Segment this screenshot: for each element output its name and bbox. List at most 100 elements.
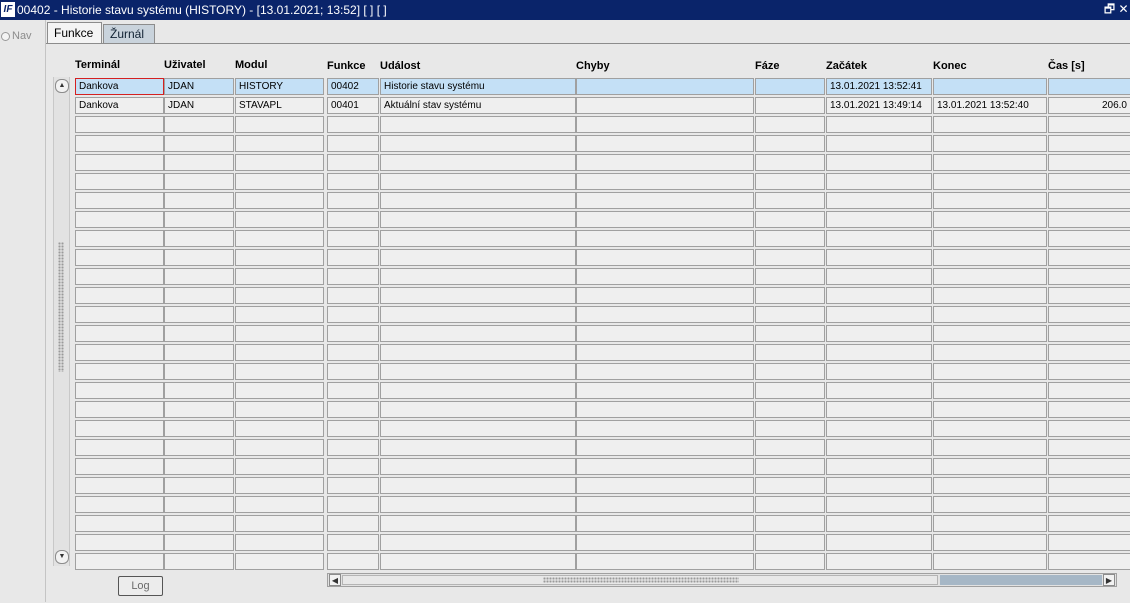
cell-modul[interactable] [235, 363, 324, 380]
cell-faze[interactable] [755, 230, 825, 247]
cell-uzivatel[interactable] [164, 553, 234, 570]
cell-uzivatel[interactable] [164, 211, 234, 228]
cell-funkce[interactable] [327, 249, 379, 266]
cell-konec[interactable] [933, 192, 1047, 209]
cell-udalost[interactable] [380, 401, 576, 418]
close-window-icon[interactable]: ✕ [1117, 2, 1130, 16]
cell-terminal[interactable] [75, 439, 164, 456]
cell-terminal[interactable] [75, 230, 164, 247]
cell-cas[interactable] [1048, 192, 1130, 209]
cell-faze[interactable] [755, 325, 825, 342]
cell-modul[interactable] [235, 382, 324, 399]
vertical-scrollbar[interactable]: ▲ ▼ [53, 77, 70, 566]
cell-faze[interactable] [755, 534, 825, 551]
cell-konec[interactable] [933, 287, 1047, 304]
cell-funkce[interactable] [327, 173, 379, 190]
cell-terminal[interactable] [75, 192, 164, 209]
cell-terminal[interactable] [75, 173, 164, 190]
cell-terminal[interactable] [75, 211, 164, 228]
cell-cas[interactable] [1048, 249, 1130, 266]
cell-modul[interactable] [235, 515, 324, 532]
cell-cas[interactable] [1048, 154, 1130, 171]
cell-chyby[interactable] [576, 249, 754, 266]
cell-modul[interactable] [235, 135, 324, 152]
cell-faze[interactable] [755, 249, 825, 266]
cell-modul[interactable] [235, 173, 324, 190]
cell-udalost[interactable] [380, 211, 576, 228]
cell-chyby[interactable] [576, 230, 754, 247]
cell-faze[interactable] [755, 116, 825, 133]
cell-faze[interactable] [755, 306, 825, 323]
cell-terminal[interactable] [75, 420, 164, 437]
cell-modul[interactable] [235, 230, 324, 247]
cell-funkce[interactable] [327, 420, 379, 437]
cell-cas[interactable] [1048, 363, 1130, 380]
cell-funkce[interactable] [327, 477, 379, 494]
cell-uzivatel[interactable] [164, 135, 234, 152]
cell-terminal[interactable] [75, 553, 164, 570]
cell-terminal[interactable] [75, 325, 164, 342]
cell-funkce[interactable] [327, 287, 379, 304]
cell-zacatek[interactable] [826, 439, 932, 456]
cell-udalost[interactable] [380, 496, 576, 513]
cell-chyby[interactable] [576, 268, 754, 285]
cell-modul[interactable] [235, 496, 324, 513]
cell-faze[interactable] [755, 477, 825, 494]
cell-modul[interactable] [235, 553, 324, 570]
cell-chyby[interactable] [576, 439, 754, 456]
cell-chyby[interactable] [576, 78, 754, 95]
cell-modul[interactable]: STAVAPL [235, 97, 324, 114]
cell-udalost[interactable] [380, 477, 576, 494]
cell-konec[interactable] [933, 344, 1047, 361]
cell-udalost[interactable] [380, 382, 576, 399]
cell-chyby[interactable] [576, 515, 754, 532]
cell-faze[interactable] [755, 97, 825, 114]
cell-konec[interactable] [933, 401, 1047, 418]
cell-funkce[interactable]: 00402 [327, 78, 379, 95]
cell-faze[interactable] [755, 401, 825, 418]
cell-uzivatel[interactable] [164, 249, 234, 266]
cell-uzivatel[interactable] [164, 458, 234, 475]
cell-zacatek[interactable] [826, 249, 932, 266]
tab-zurnal[interactable]: Žurnál [103, 24, 155, 43]
cell-zacatek[interactable] [826, 192, 932, 209]
cell-uzivatel[interactable] [164, 439, 234, 456]
tab-funkce[interactable]: Funkce [47, 22, 102, 43]
cell-zacatek[interactable] [826, 306, 932, 323]
cell-udalost[interactable] [380, 344, 576, 361]
cell-uzivatel[interactable] [164, 173, 234, 190]
cell-udalost[interactable] [380, 268, 576, 285]
cell-cas[interactable] [1048, 78, 1130, 95]
cell-cas[interactable] [1048, 306, 1130, 323]
cell-cas[interactable] [1048, 116, 1130, 133]
cell-zacatek[interactable] [826, 287, 932, 304]
scroll-up-icon[interactable]: ▲ [55, 79, 69, 93]
scroll-track[interactable] [940, 575, 1102, 585]
cell-terminal[interactable] [75, 401, 164, 418]
cell-funkce[interactable] [327, 382, 379, 399]
cell-konec[interactable] [933, 306, 1047, 323]
cell-udalost[interactable] [380, 439, 576, 456]
cell-modul[interactable] [235, 439, 324, 456]
cell-terminal[interactable] [75, 135, 164, 152]
cell-terminal[interactable] [75, 116, 164, 133]
cell-faze[interactable] [755, 458, 825, 475]
cell-uzivatel[interactable] [164, 192, 234, 209]
cell-konec[interactable] [933, 420, 1047, 437]
cell-funkce[interactable] [327, 534, 379, 551]
cell-zacatek[interactable] [826, 458, 932, 475]
horizontal-scrollbar[interactable]: ◀ ▶ [327, 573, 1117, 587]
cell-funkce[interactable] [327, 211, 379, 228]
cell-funkce[interactable] [327, 325, 379, 342]
log-button[interactable]: Log [118, 576, 163, 596]
scroll-right-icon[interactable]: ▶ [1103, 574, 1115, 586]
cell-faze[interactable] [755, 363, 825, 380]
cell-cas[interactable]: 206.0 [1048, 97, 1130, 114]
cell-chyby[interactable] [576, 382, 754, 399]
cell-konec[interactable] [933, 515, 1047, 532]
cell-modul[interactable] [235, 458, 324, 475]
cell-funkce[interactable] [327, 192, 379, 209]
cell-faze[interactable] [755, 154, 825, 171]
cell-terminal[interactable] [75, 477, 164, 494]
cell-konec[interactable] [933, 173, 1047, 190]
